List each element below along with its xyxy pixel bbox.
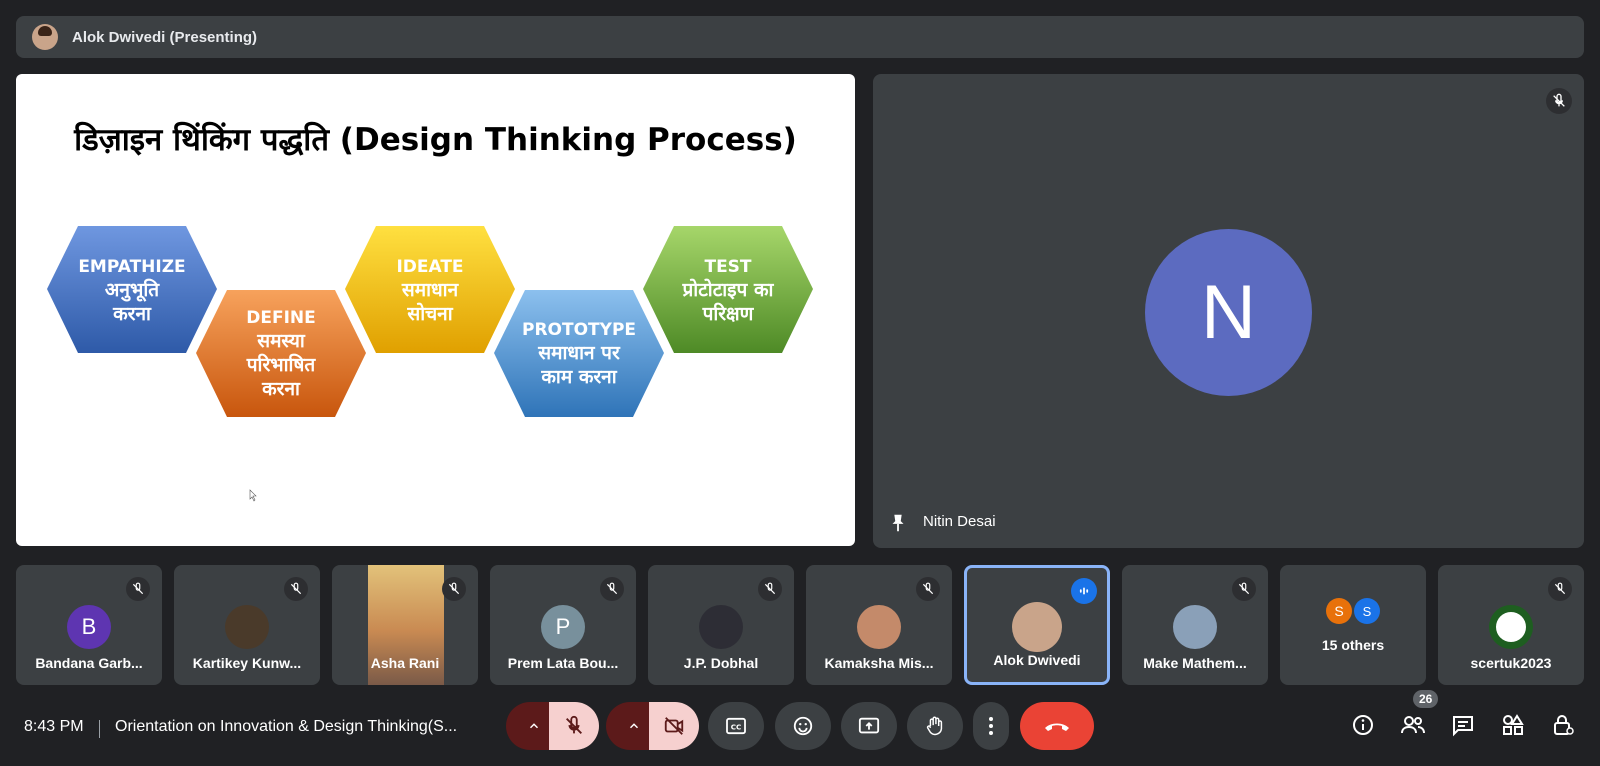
participant-tile[interactable]: scertuk2023 (1438, 565, 1584, 685)
participant-name: Bandana Garb... (35, 655, 143, 671)
mic-off-icon (284, 577, 308, 601)
bottom-bar: 8:43 PM Orientation on Innovation & Desi… (0, 690, 1600, 766)
avatar: S (1354, 598, 1380, 624)
others-count: 15 others (1321, 637, 1385, 653)
more-icon (989, 717, 993, 735)
hex-prototype: PROTOTYPE समाधान पर काम करना (494, 290, 664, 417)
captions-button[interactable]: CC (708, 702, 764, 750)
mic-off-icon (916, 577, 940, 601)
emoji-button[interactable] (775, 702, 831, 750)
participant-tile-active[interactable]: Alok Dwivedi (964, 565, 1110, 685)
svg-text:CC: CC (731, 723, 742, 732)
hex-test: TEST प्रोटोटाइप का परिक्षण (643, 226, 813, 353)
empathize-en: EMPATHIZE (78, 257, 185, 277)
ideate-hi1: समाधान (401, 279, 460, 301)
meeting-title: Orientation on Innovation & Design Think… (115, 718, 458, 735)
participant-name: Prem Lata Bou... (507, 655, 619, 671)
camera-toggle-button[interactable] (649, 702, 699, 750)
participant-name: Kamaksha Mis... (824, 655, 934, 671)
test-en: TEST (704, 257, 751, 277)
participant-name: Kartikey Kunw... (192, 655, 302, 671)
hex-define: DEFINE समस्या परिभाषित करना (196, 290, 366, 417)
raise-hand-button[interactable] (907, 702, 963, 750)
host-controls-icon[interactable] (1548, 710, 1578, 740)
participant-tile[interactable]: J.P. Dobhal (648, 565, 794, 685)
participant-name: scertuk2023 (1470, 655, 1552, 671)
mic-off-icon (126, 577, 150, 601)
participant-tile[interactable]: B Bandana Garb... (16, 565, 162, 685)
avatar (857, 605, 901, 649)
mic-off-icon (1232, 577, 1256, 601)
participant-tile[interactable]: Make Mathem... (1122, 565, 1268, 685)
speaker-tile[interactable]: N Nitin Desai (873, 74, 1584, 548)
empathize-hi1: अनुभूति (105, 278, 160, 302)
hexagon-diagram: EMPATHIZE अनुभूति करना DEFINE समस्या परि… (47, 226, 813, 502)
empathize-hi2: करना (112, 303, 152, 325)
ideate-en: IDEATE (396, 257, 463, 277)
mic-off-icon (1546, 88, 1572, 114)
mic-off-icon (442, 577, 466, 601)
mic-toggle-button[interactable] (549, 702, 599, 750)
mic-off-icon (1548, 577, 1572, 601)
cursor-icon (249, 489, 257, 502)
end-call-button[interactable] (1020, 702, 1094, 750)
define-hi3: करना (261, 378, 301, 400)
presenter-avatar (32, 24, 58, 50)
prototype-en: PROTOTYPE (522, 320, 636, 340)
define-hi1: समस्या (256, 330, 306, 352)
chat-icon[interactable] (1448, 710, 1478, 740)
pin-icon[interactable] (887, 512, 909, 534)
participant-name: Asha Rani (370, 655, 440, 671)
mic-off-icon (758, 577, 782, 601)
participant-tile[interactable]: Kamaksha Mis... (806, 565, 952, 685)
participant-tile[interactable]: Kartikey Kunw... (174, 565, 320, 685)
prototype-hi2: काम करना (540, 366, 617, 388)
participant-tile[interactable]: Asha Rani (332, 565, 478, 685)
avatar (1489, 605, 1533, 649)
hex-empathize: EMPATHIZE अनुभूति करना (47, 226, 217, 353)
raise-hand-icon (926, 716, 943, 736)
mic-off-icon (600, 577, 624, 601)
participant-name: Make Mathem... (1143, 655, 1247, 671)
ideate-hi2: सोचना (406, 302, 453, 325)
avatar: P (541, 605, 585, 649)
present-button[interactable] (841, 702, 897, 750)
others-tile[interactable]: S S 15 others (1280, 565, 1426, 685)
people-icon[interactable] (1398, 710, 1428, 740)
avatar (699, 605, 743, 649)
test-hi1: प्रोटोटाइप का (682, 278, 775, 301)
clock: 8:43 PM (24, 718, 84, 735)
presenter-label: Alok Dwivedi (Presenting) (72, 28, 258, 46)
test-hi2: परिक्षण (702, 302, 755, 325)
divider (99, 720, 100, 738)
more-options-button[interactable] (973, 702, 1009, 750)
activities-icon[interactable] (1498, 710, 1528, 740)
captions-icon: CC (726, 717, 746, 735)
speaker-name: Nitin Desai (923, 513, 996, 530)
prototype-hi1: समाधान पर (537, 342, 621, 364)
speaking-indicator-icon (1071, 578, 1097, 604)
avatar: B (67, 605, 111, 649)
present-icon (858, 717, 880, 734)
mic-off-icon (566, 715, 582, 734)
emoji-icon (793, 716, 813, 736)
info-icon[interactable] (1348, 710, 1378, 740)
define-hi2: परिभाषित (246, 353, 317, 376)
end-call-icon (1045, 723, 1069, 731)
participant-tile[interactable]: P Prem Lata Bou... (490, 565, 636, 685)
define-en: DEFINE (246, 308, 316, 328)
avatar (225, 605, 269, 649)
avatar: S (1326, 598, 1352, 624)
presenter-bar: Alok Dwivedi (Presenting) (16, 16, 1584, 58)
participant-name: Alok Dwivedi (993, 652, 1081, 668)
presentation-slide: डिज़ाइन थिंकिंग पद्धति (Design Thinking … (16, 74, 855, 546)
participant-count-badge: 26 (1413, 690, 1439, 708)
hex-ideate: IDEATE समाधान सोचना (345, 226, 515, 353)
avatar (1012, 602, 1062, 652)
speaker-avatar: N (1145, 229, 1312, 396)
participant-name: J.P. Dobhal (683, 655, 759, 671)
avatar (1173, 605, 1217, 649)
camera-off-icon (664, 717, 684, 735)
